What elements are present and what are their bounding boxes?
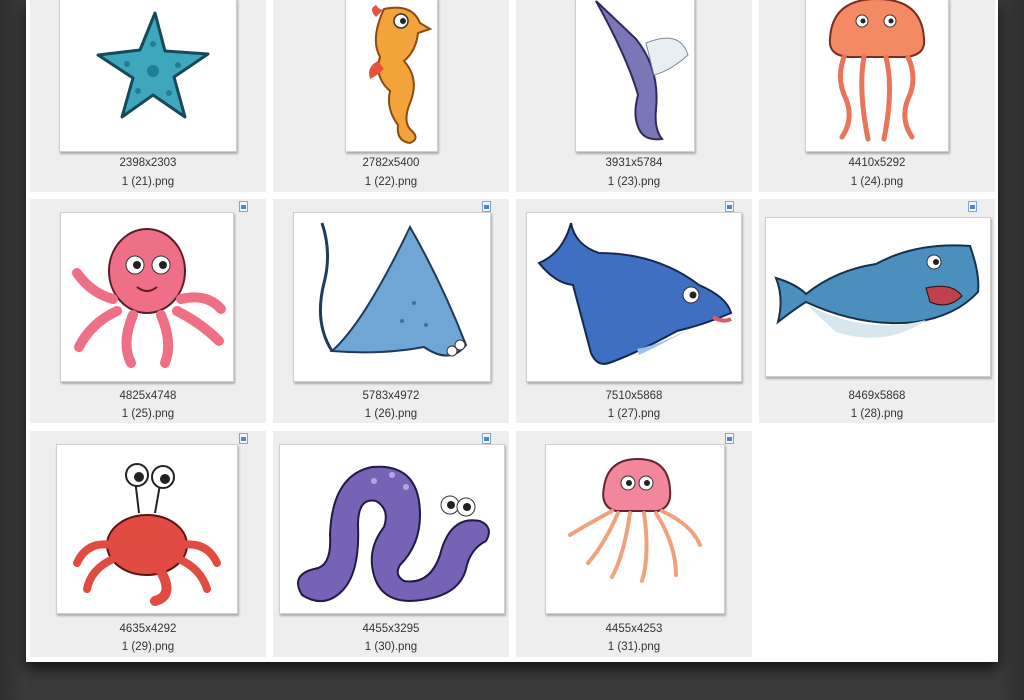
png-file-icon	[725, 201, 734, 212]
thumbnail-jellyfish	[805, 0, 949, 152]
file-item[interactable]: 7510x5868 1 (27).png	[516, 199, 752, 423]
image-dimensions: 2398x2303	[119, 157, 177, 169]
thumbnail-octopus	[60, 212, 234, 382]
thumbnail-seahorse	[345, 0, 438, 152]
file-item[interactable]: 4635x4292 1 (29).png	[30, 431, 266, 657]
image-dimensions: 3931x5784	[605, 157, 663, 169]
thumbnail-starfish	[59, 0, 237, 152]
image-dimensions: 4825x4748	[119, 390, 177, 402]
file-name: 1 (31).png	[607, 641, 661, 653]
png-file-icon	[968, 201, 977, 212]
file-name: 1 (21).png	[121, 176, 175, 188]
file-name: 1 (24).png	[850, 176, 904, 188]
image-dimensions: 4635x4292	[119, 623, 177, 635]
file-name: 1 (30).png	[364, 641, 418, 653]
file-item[interactable]: 4410x5292 1 (24).png	[759, 0, 995, 192]
file-name: 1 (25).png	[121, 408, 175, 420]
file-name: 1 (23).png	[607, 176, 661, 188]
file-explorer-window: 2398x2303 1 (21).png 2782x5400 1 (22).pn…	[26, 0, 998, 662]
image-dimensions: 2782x5400	[362, 157, 420, 169]
thumbnail-swordfish	[575, 0, 695, 152]
file-name: 1 (22).png	[364, 176, 418, 188]
thumbnail-shark	[765, 217, 991, 377]
image-dimensions: 7510x5868	[605, 390, 663, 402]
file-item[interactable]: 8469x5868 1 (28).png	[759, 199, 995, 423]
thumbnail-jellyfish	[545, 444, 725, 614]
background-right	[996, 0, 1024, 700]
image-dimensions: 4410x5292	[848, 157, 906, 169]
file-item[interactable]: 3931x5784 1 (23).png	[516, 0, 752, 192]
png-file-icon	[482, 201, 491, 212]
thumbnail-eel	[279, 444, 505, 614]
png-file-icon	[482, 433, 491, 444]
file-item[interactable]: 4455x3295 1 (30).png	[273, 431, 509, 657]
file-name: 1 (26).png	[364, 408, 418, 420]
background-left	[0, 0, 26, 700]
file-item[interactable]: 2398x2303 1 (21).png	[30, 0, 266, 192]
png-file-icon	[239, 433, 248, 444]
file-item[interactable]: 4455x4253 1 (31).png	[516, 431, 752, 657]
file-name: 1 (28).png	[850, 408, 904, 420]
thumbnail-stingray	[293, 212, 491, 382]
file-name: 1 (27).png	[607, 408, 661, 420]
image-dimensions: 4455x3295	[362, 623, 420, 635]
image-dimensions: 5783x4972	[362, 390, 420, 402]
image-dimensions: 4455x4253	[605, 623, 663, 635]
file-name: 1 (29).png	[121, 641, 175, 653]
file-item[interactable]: 5783x4972 1 (26).png	[273, 199, 509, 423]
image-dimensions: 8469x5868	[848, 390, 906, 402]
thumbnail-dolphin	[526, 212, 742, 382]
file-item[interactable]: 4825x4748 1 (25).png	[30, 199, 266, 423]
png-file-icon	[239, 201, 248, 212]
thumbnail-crab	[56, 444, 238, 614]
png-file-icon	[725, 433, 734, 444]
file-item[interactable]: 2782x5400 1 (22).png	[273, 0, 509, 192]
